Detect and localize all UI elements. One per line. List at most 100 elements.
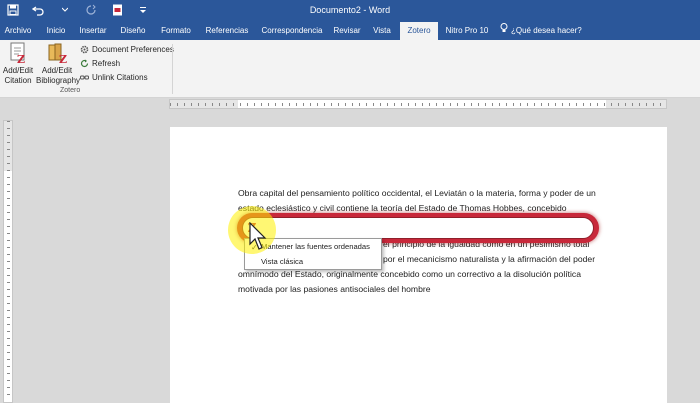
ruler-tick — [7, 345, 10, 346]
tab-inicio[interactable]: Inicio — [42, 22, 70, 40]
refresh-icon — [80, 59, 89, 68]
ruler-tick — [7, 184, 10, 185]
paragraph-2-line-4: motivada por las pasiones antisociales d… — [238, 284, 431, 294]
ruler-tick — [310, 103, 311, 106]
ruler-tick — [7, 324, 10, 325]
svg-text:Z: Z — [17, 53, 25, 64]
ruler-tick — [212, 103, 213, 106]
ribbon-zotero: Z Add/Edit Citation Z Add/Edit Bibliogra… — [0, 40, 700, 98]
ruler-tick — [527, 103, 528, 106]
ruler-tick — [324, 103, 325, 106]
ruler-tick — [415, 103, 416, 106]
ruler-tick — [7, 282, 10, 283]
ruler-tick — [7, 177, 10, 178]
ruler-tick — [373, 103, 374, 106]
ruler-tick — [7, 268, 10, 269]
add-edit-citation-button[interactable]: Z Add/Edit Citation — [0, 42, 36, 86]
ruler-tick — [282, 103, 283, 106]
tab-correspondencia[interactable]: Correspondencia — [258, 22, 326, 40]
citation-label-line1: Add/Edit — [2, 66, 34, 75]
ruler-tick — [7, 226, 10, 227]
ruler-tick — [205, 103, 206, 106]
ruler-tick — [471, 103, 472, 106]
tab-nitro-pro[interactable]: Nitro Pro 10 — [444, 22, 490, 40]
paragraph-1[interactable]: Obra capital del pensamiento político oc… — [238, 186, 610, 216]
ruler-tick — [289, 103, 290, 106]
tab-insertar[interactable]: Insertar — [76, 22, 110, 40]
ruler-tick — [7, 352, 10, 353]
mouse-cursor-icon — [249, 221, 269, 257]
ruler-tick — [7, 163, 10, 164]
ruler-tick — [331, 103, 332, 106]
add-edit-bibliography-button[interactable]: Z Add/Edit Bibliography — [36, 42, 81, 86]
ruler-tick — [7, 338, 10, 339]
group-label: Zotero — [60, 87, 81, 94]
ruler-tick — [604, 103, 605, 106]
ruler-tick — [478, 103, 479, 106]
horizontal-ruler[interactable] — [169, 99, 667, 109]
unlink-icon — [80, 73, 89, 82]
ruler-tick — [380, 103, 381, 106]
tab-formato[interactable]: Formato — [158, 22, 194, 40]
ruler-tick — [7, 205, 10, 206]
ruler-tick — [520, 103, 521, 106]
vertical-ruler[interactable] — [3, 120, 13, 403]
quick-format-search-input[interactable] — [242, 217, 594, 239]
ruler-tick — [7, 135, 10, 136]
ruler-tick — [7, 394, 10, 395]
ruler-tick — [170, 103, 171, 106]
ruler-tick — [359, 103, 360, 106]
ruler-tick — [401, 103, 402, 106]
ruler-tick — [7, 303, 10, 304]
ruler-tick — [534, 103, 535, 106]
ruler-tick — [296, 103, 297, 106]
ruler-tick — [429, 103, 430, 106]
tab-vista[interactable]: Vista — [370, 22, 394, 40]
document-preferences-button[interactable]: Document Preferences — [80, 42, 174, 56]
ruler-tick — [7, 275, 10, 276]
ruler-tick — [422, 103, 423, 106]
tab-referencias[interactable]: Referencias — [204, 22, 250, 40]
ruler-tick — [7, 128, 10, 129]
ruler-tick — [7, 373, 10, 374]
ruler-tick — [7, 296, 10, 297]
ruler-tick — [450, 103, 451, 106]
unlink-citations-button[interactable]: Unlink Citations — [80, 70, 174, 84]
window-title: Documento2 - Word — [309, 5, 391, 15]
menu-item-classic-view[interactable]: Vista clásica — [261, 257, 303, 266]
ruler-tick — [436, 103, 437, 106]
ruler-tick — [254, 103, 255, 106]
citation-label-line2: Citation — [4, 76, 32, 85]
ruler-tick — [247, 103, 248, 106]
tab-zotero[interactable]: Zotero — [400, 22, 438, 40]
ruler-tick — [345, 103, 346, 106]
ruler-tick — [387, 103, 388, 106]
ruler-tick — [191, 103, 192, 106]
ruler-tick — [7, 387, 10, 388]
tell-me-label: ¿Qué desea hacer? — [511, 26, 582, 35]
ruler-tick — [569, 103, 570, 106]
ruler-tick — [7, 261, 10, 262]
ruler-tick — [394, 103, 395, 106]
ruler-tick — [7, 142, 10, 143]
bibliography-label-line2: Bibliography — [36, 76, 81, 85]
menu-item-keep-sources-sorted[interactable]: Mantener las fuentes ordenadas — [261, 242, 370, 251]
ruler-tick — [261, 103, 262, 106]
tell-me-box[interactable]: ¿Qué desea hacer? — [500, 22, 582, 40]
refresh-label: Refresh — [92, 58, 121, 68]
ruler-tick — [632, 103, 633, 106]
tab-archivo[interactable]: Archivo — [2, 22, 34, 40]
ruler-tick — [597, 103, 598, 106]
ruler-tick — [226, 103, 227, 106]
ruler-tick — [233, 103, 234, 106]
ruler-tick — [7, 359, 10, 360]
tab-diseno[interactable]: Diseño — [118, 22, 148, 40]
bibliography-label-line1: Add/Edit — [41, 66, 73, 75]
ruler-tick — [184, 103, 185, 106]
ruler-tick — [338, 103, 339, 106]
tab-revisar[interactable]: Revisar — [330, 22, 364, 40]
ruler-tick — [541, 103, 542, 106]
lightbulb-icon — [500, 22, 508, 40]
refresh-button[interactable]: Refresh — [80, 56, 174, 70]
ruler-tick — [7, 380, 10, 381]
